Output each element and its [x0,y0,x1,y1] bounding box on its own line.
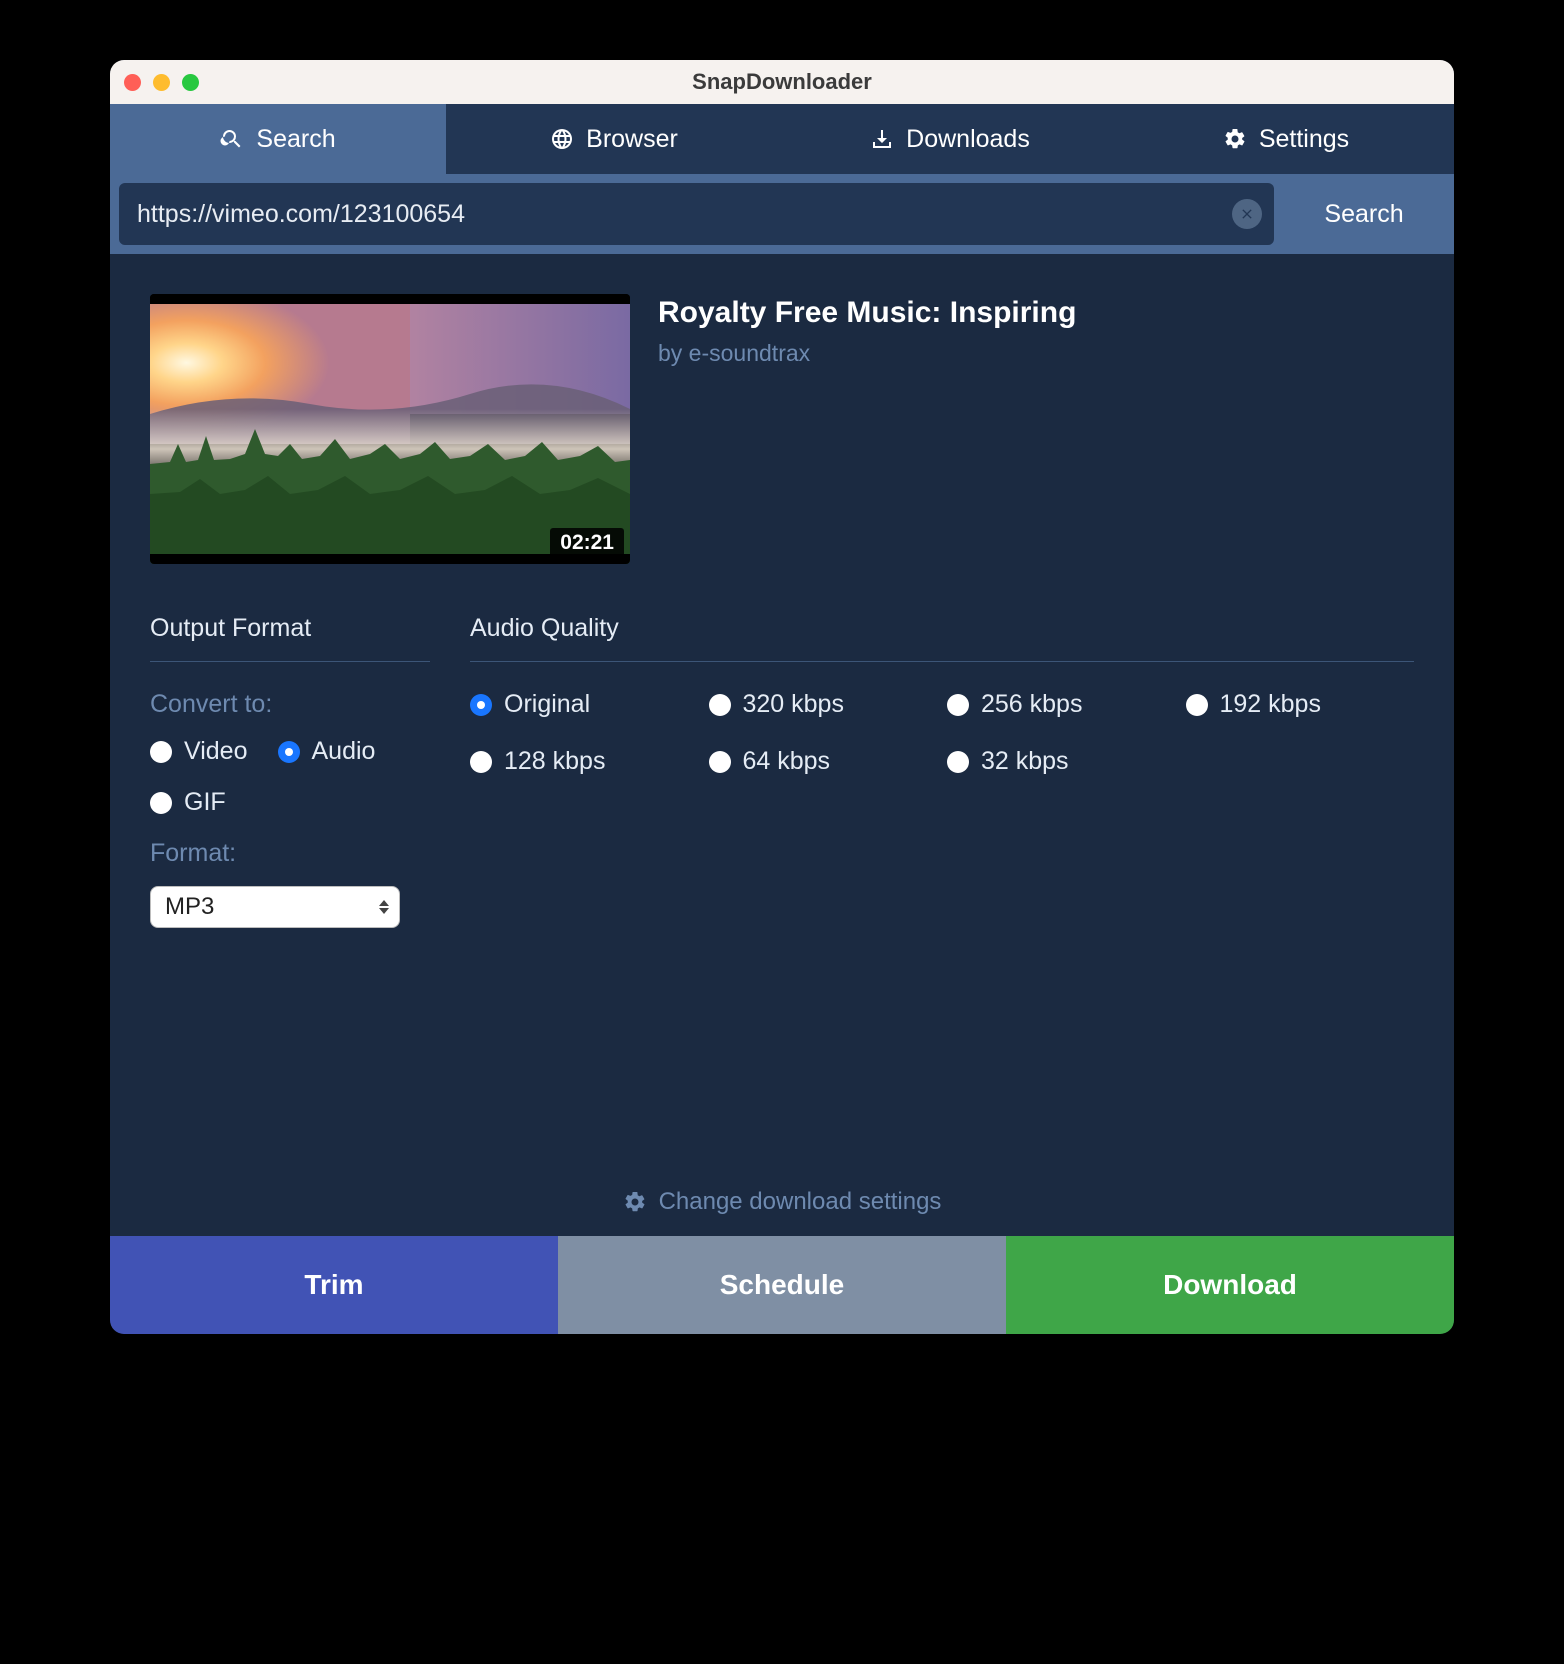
download-button[interactable]: Download [1006,1236,1454,1334]
radio-audio-label: Audio [312,737,376,766]
radio-quality-label: 32 kbps [981,747,1069,776]
audio-quality-title: Audio Quality [470,614,1414,662]
tab-search[interactable]: Search [110,104,446,174]
gear-icon [1223,127,1247,151]
radio-video[interactable]: Video [150,737,248,766]
radio-quality-320[interactable]: 320 kbps [709,690,938,719]
audio-quality-panel: Audio Quality Original 320 kbps 256 kbps [470,614,1414,928]
radio-quality-label: 64 kbps [743,747,831,776]
url-input-container [119,183,1274,245]
window-maximize-button[interactable] [182,74,199,91]
tab-browser[interactable]: Browser [446,104,782,174]
schedule-button[interactable]: Schedule [558,1236,1006,1334]
radio-icon [150,792,172,814]
radio-icon [470,694,492,716]
radio-quality-label: Original [504,690,590,719]
search-icon [220,127,244,151]
format-select-value: MP3 [165,893,214,921]
window-minimize-button[interactable] [153,74,170,91]
radio-icon [150,741,172,763]
radio-quality-64[interactable]: 64 kbps [709,747,938,776]
format-label: Format: [150,839,430,868]
radio-icon [947,751,969,773]
format-select[interactable]: MP3 [150,886,400,928]
audio-quality-options: Original 320 kbps 256 kbps 192 kbps [470,690,1414,776]
tab-settings[interactable]: Settings [1118,104,1454,174]
clear-input-button[interactable] [1232,199,1262,229]
thumbnail-image [150,294,630,564]
window-controls [124,74,199,91]
radio-quality-label: 320 kbps [743,690,844,719]
video-meta: Royalty Free Music: Inspiring by e-sound… [658,294,1076,564]
radio-quality-128[interactable]: 128 kbps [470,747,699,776]
video-title: Royalty Free Music: Inspiring [658,296,1076,330]
video-duration: 02:21 [550,528,624,558]
main-content: 02:21 Royalty Free Music: Inspiring by e… [110,254,1454,1236]
updown-caret-icon [379,900,389,914]
search-bar: Search [110,174,1454,254]
trim-button-label: Trim [304,1269,363,1301]
titlebar: SnapDownloader [110,60,1454,104]
output-format-panel: Output Format Convert to: Video Audio [150,614,430,928]
globe-icon [550,127,574,151]
tab-downloads-label: Downloads [906,125,1030,154]
main-tabs: Search Browser Downloads Settings [110,104,1454,174]
action-bar: Trim Schedule Download [110,1236,1454,1334]
url-input[interactable] [137,200,1232,229]
trim-button[interactable]: Trim [110,1236,558,1334]
gear-icon [623,1190,647,1214]
video-header: 02:21 Royalty Free Music: Inspiring by e… [150,294,1414,564]
video-author: by e-soundtrax [658,340,1076,367]
radio-gif[interactable]: GIF [150,788,226,817]
schedule-button-label: Schedule [720,1269,844,1301]
change-download-settings-link[interactable]: Change download settings [150,1188,1414,1216]
options-panels: Output Format Convert to: Video Audio [150,614,1414,928]
radio-icon [278,741,300,763]
radio-quality-192[interactable]: 192 kbps [1186,690,1415,719]
window-close-button[interactable] [124,74,141,91]
radio-quality-label: 128 kbps [504,747,605,776]
radio-quality-256[interactable]: 256 kbps [947,690,1176,719]
change-download-settings-label: Change download settings [659,1188,942,1216]
close-icon [1239,206,1255,222]
radio-gif-label: GIF [184,788,226,817]
tab-search-label: Search [256,125,335,154]
window-title: SnapDownloader [110,69,1454,95]
radio-icon [709,694,731,716]
radio-video-label: Video [184,737,248,766]
app-window: SnapDownloader Search Browser Downloads … [110,60,1454,1334]
radio-icon [709,751,731,773]
download-icon [870,127,894,151]
tab-downloads[interactable]: Downloads [782,104,1118,174]
radio-audio[interactable]: Audio [278,737,376,766]
radio-quality-original[interactable]: Original [470,690,699,719]
search-button[interactable]: Search [1274,183,1454,245]
convert-to-label: Convert to: [150,690,430,719]
convert-to-row-1: Video Audio [150,737,430,766]
tab-settings-label: Settings [1259,125,1349,154]
radio-icon [470,751,492,773]
output-format-title: Output Format [150,614,430,662]
download-button-label: Download [1163,1269,1297,1301]
radio-icon [1186,694,1208,716]
search-button-label: Search [1324,200,1403,229]
radio-icon [947,694,969,716]
tab-browser-label: Browser [586,125,678,154]
video-thumbnail[interactable]: 02:21 [150,294,630,564]
radio-quality-32[interactable]: 32 kbps [947,747,1176,776]
convert-to-row-2: GIF [150,788,430,817]
radio-quality-label: 256 kbps [981,690,1082,719]
radio-quality-label: 192 kbps [1220,690,1321,719]
